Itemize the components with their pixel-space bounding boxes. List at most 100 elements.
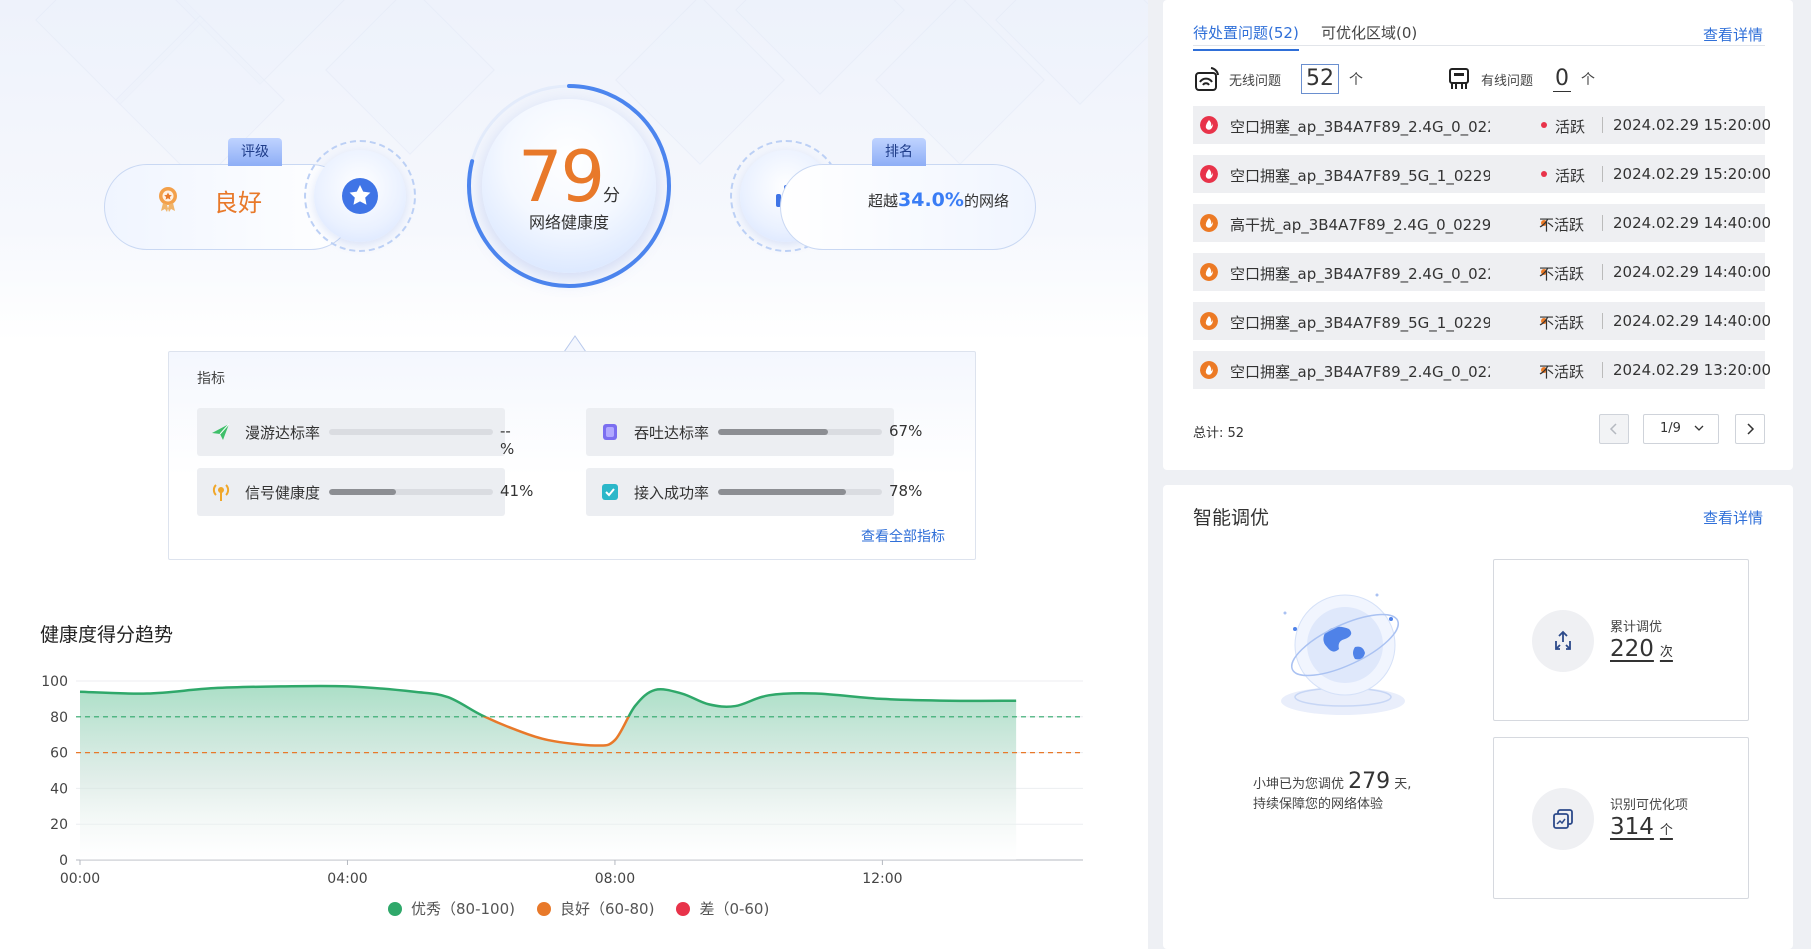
metric-progress-bar xyxy=(329,429,493,435)
issue-status: 活跃 xyxy=(1555,167,1586,185)
tuning-title: 智能调优 xyxy=(1193,507,1270,529)
issue-status: 不活跃 xyxy=(1539,314,1585,332)
metric-progress-bar xyxy=(718,489,882,495)
metric-roaming: 漫游达标率 --% xyxy=(197,408,514,458)
issues-detail-link[interactable]: 查看详情 xyxy=(1703,24,1763,45)
health-score-value: 79 xyxy=(517,136,605,218)
optimizable-items-icon xyxy=(1553,809,1573,829)
prev-page-button[interactable] xyxy=(1599,414,1629,444)
issue-status: 不活跃 xyxy=(1539,363,1585,381)
issue-name[interactable]: 高干扰_ap_3B4A7F89_2.4G_0_0229... xyxy=(1230,214,1490,235)
y-tick-label: 80 xyxy=(50,710,68,726)
identified-items-value: 314 xyxy=(1610,814,1654,840)
x-tick-label: 12:00 xyxy=(862,871,902,885)
wired-count-value[interactable]: 0 xyxy=(1553,66,1572,92)
divider xyxy=(1602,313,1603,329)
issue-name[interactable]: 空口拥塞_ap_3B4A7F89_5G_1_0229... xyxy=(1230,165,1490,186)
issue-name[interactable]: 空口拥塞_ap_3B4A7F89_2.4G_0_022... xyxy=(1230,361,1490,382)
fire-icon xyxy=(1200,361,1218,379)
issue-time: 2024.02.29 14:40:00 xyxy=(1613,214,1772,232)
divider xyxy=(1602,117,1603,133)
metric-signal: 信号健康度 41% xyxy=(197,468,533,516)
wireless-icon xyxy=(1195,67,1219,91)
cumulative-tuning-value: 220 xyxy=(1610,636,1654,662)
medal-icon xyxy=(159,187,177,212)
issue-row[interactable]: 高干扰_ap_3B4A7F89_2.4G_0_0229... 不活跃 2024.02… xyxy=(1193,204,1771,242)
roaming-icon xyxy=(212,423,230,440)
page-select[interactable]: 1/9 xyxy=(1643,414,1719,444)
x-tick-label: 00:00 xyxy=(60,871,100,885)
issue-name[interactable]: 空口拥塞_ap_3B4A7F89_2.4G_0_022... xyxy=(1230,263,1490,284)
rating-bubble xyxy=(304,140,416,252)
legend-item-poor[interactable]: 差（0-60) xyxy=(676,898,769,919)
issue-row[interactable]: 空口拥塞_ap_3B4A7F89_5G_1_0229... 不活跃 2024.02.… xyxy=(1193,302,1771,340)
issue-name[interactable]: 空口拥塞_ap_3B4A7F89_5G_1_0229... xyxy=(1230,312,1490,333)
metric-value: --% xyxy=(500,422,515,458)
metric-progress-bar xyxy=(718,429,882,435)
status-dot xyxy=(1541,122,1547,128)
y-tick-label: 0 xyxy=(59,853,68,869)
health-score-gauge: 79分 网络健康度 xyxy=(463,80,675,292)
metric-value: 67% xyxy=(889,422,923,440)
rank-text: 超越34.0%的网络 xyxy=(868,189,1009,211)
tuning-days-text: 小坤已为您调优 279 天, 持续保障您的网络体验 xyxy=(1253,769,1412,813)
tab-pending-issues[interactable]: 待处置问题(52) xyxy=(1193,22,1299,51)
identified-items-stat[interactable]: 识别可优化项 314 个 xyxy=(1493,737,1749,899)
issue-time: 2024.02.29 15:20:00 xyxy=(1613,165,1772,183)
legend-item-good[interactable]: 良好（60-80) xyxy=(536,898,654,919)
chevron-down-icon xyxy=(1694,425,1704,431)
fire-icon xyxy=(1200,312,1218,330)
fire-icon xyxy=(1200,214,1218,232)
health-overview-panel: 评级 良好 79分 网络健康度 排名 超越34.0%的网络 指标 漫游达标率 -… xyxy=(0,0,1148,949)
status-dot xyxy=(1541,171,1547,177)
issue-row[interactable]: 空口拥塞_ap_3B4A7F89_2.4G_0_022... 不活跃 2024.02… xyxy=(1193,351,1771,389)
wired-issue-count: 有线问题 0 个 xyxy=(1445,62,1595,96)
trend-area xyxy=(80,685,1017,860)
smart-tuning-card: 智能调优 查看详情 小坤已为您调优 279 天, 持续保障您的网络体验 累计调优… xyxy=(1163,485,1793,949)
chart-legend: 优秀（80-100) 良好（60-80) 差（0-60) xyxy=(388,898,769,919)
view-all-metrics-link[interactable]: 查看全部指标 xyxy=(861,526,945,546)
metric-progress-bar xyxy=(329,489,493,495)
issue-row[interactable]: 空口拥塞_ap_3B4A7F89_2.4G_0_022... 活跃 2024.02.… xyxy=(1193,106,1771,144)
issues-card: 待处置问题(52) 可优化区域(0) 查看详情 无线问题 52 个 有线问题 0… xyxy=(1163,0,1793,470)
legend-item-excellent[interactable]: 优秀（80-100) xyxy=(388,898,515,919)
issue-time: 2024.02.29 14:40:00 xyxy=(1613,263,1772,281)
wireless-count-value[interactable]: 52 xyxy=(1301,64,1340,94)
y-tick-label: 40 xyxy=(50,781,68,797)
next-page-button[interactable] xyxy=(1735,414,1765,444)
access-icon xyxy=(602,484,618,500)
issue-name[interactable]: 空口拥塞_ap_3B4A7F89_2.4G_0_022... xyxy=(1230,116,1490,137)
issue-tabs: 待处置问题(52) 可优化区域(0) xyxy=(1193,22,1765,51)
tuning-arrows-icon xyxy=(1555,630,1571,650)
issue-row[interactable]: 空口拥塞_ap_3B4A7F89_2.4G_0_022... 不活跃 2024.02… xyxy=(1193,253,1771,291)
rating-value: 良好 xyxy=(214,189,262,217)
issue-time: 2024.02.29 13:20:00 xyxy=(1613,361,1772,379)
trend-title: 健康度得分趋势 xyxy=(40,624,174,646)
rating-tag: 评级 xyxy=(228,138,282,166)
health-score-label: 网络健康度 xyxy=(528,213,609,232)
metric-value: 78% xyxy=(889,482,923,500)
tuning-days-value: 279 xyxy=(1348,769,1391,794)
fire-icon xyxy=(1200,116,1218,134)
rank-tag: 排名 xyxy=(872,138,926,166)
cumulative-tuning-stat[interactable]: 累计调优 220 次 xyxy=(1493,559,1749,721)
tuning-detail-link[interactable]: 查看详情 xyxy=(1703,507,1763,528)
divider xyxy=(1602,362,1603,378)
divider xyxy=(1602,166,1603,182)
fire-icon xyxy=(1200,263,1218,281)
throughput-icon xyxy=(603,424,617,440)
tab-optimizable-areas[interactable]: 可优化区域(0) xyxy=(1321,22,1417,49)
globe-illustration xyxy=(1281,593,1405,715)
issue-status: 活跃 xyxy=(1555,118,1586,136)
x-tick-label: 08:00 xyxy=(595,871,635,885)
metrics-panel: 指标 漫游达标率 --% 吞吐达标率 67% 信号健康度 41% 接入成功率 7… xyxy=(168,351,976,560)
wireless-issue-count: 无线问题 52 个 xyxy=(1193,62,1363,96)
issue-status: 不活跃 xyxy=(1539,216,1585,234)
divider xyxy=(1602,264,1603,280)
issue-time: 2024.02.29 15:20:00 xyxy=(1613,116,1772,134)
rank-percent: 34.0% xyxy=(898,189,964,211)
y-tick-label: 60 xyxy=(50,746,68,762)
signal-icon xyxy=(212,484,230,501)
issue-row[interactable]: 空口拥塞_ap_3B4A7F89_5G_1_0229... 活跃 2024.02.2… xyxy=(1193,155,1771,193)
y-tick-label: 20 xyxy=(50,817,68,833)
